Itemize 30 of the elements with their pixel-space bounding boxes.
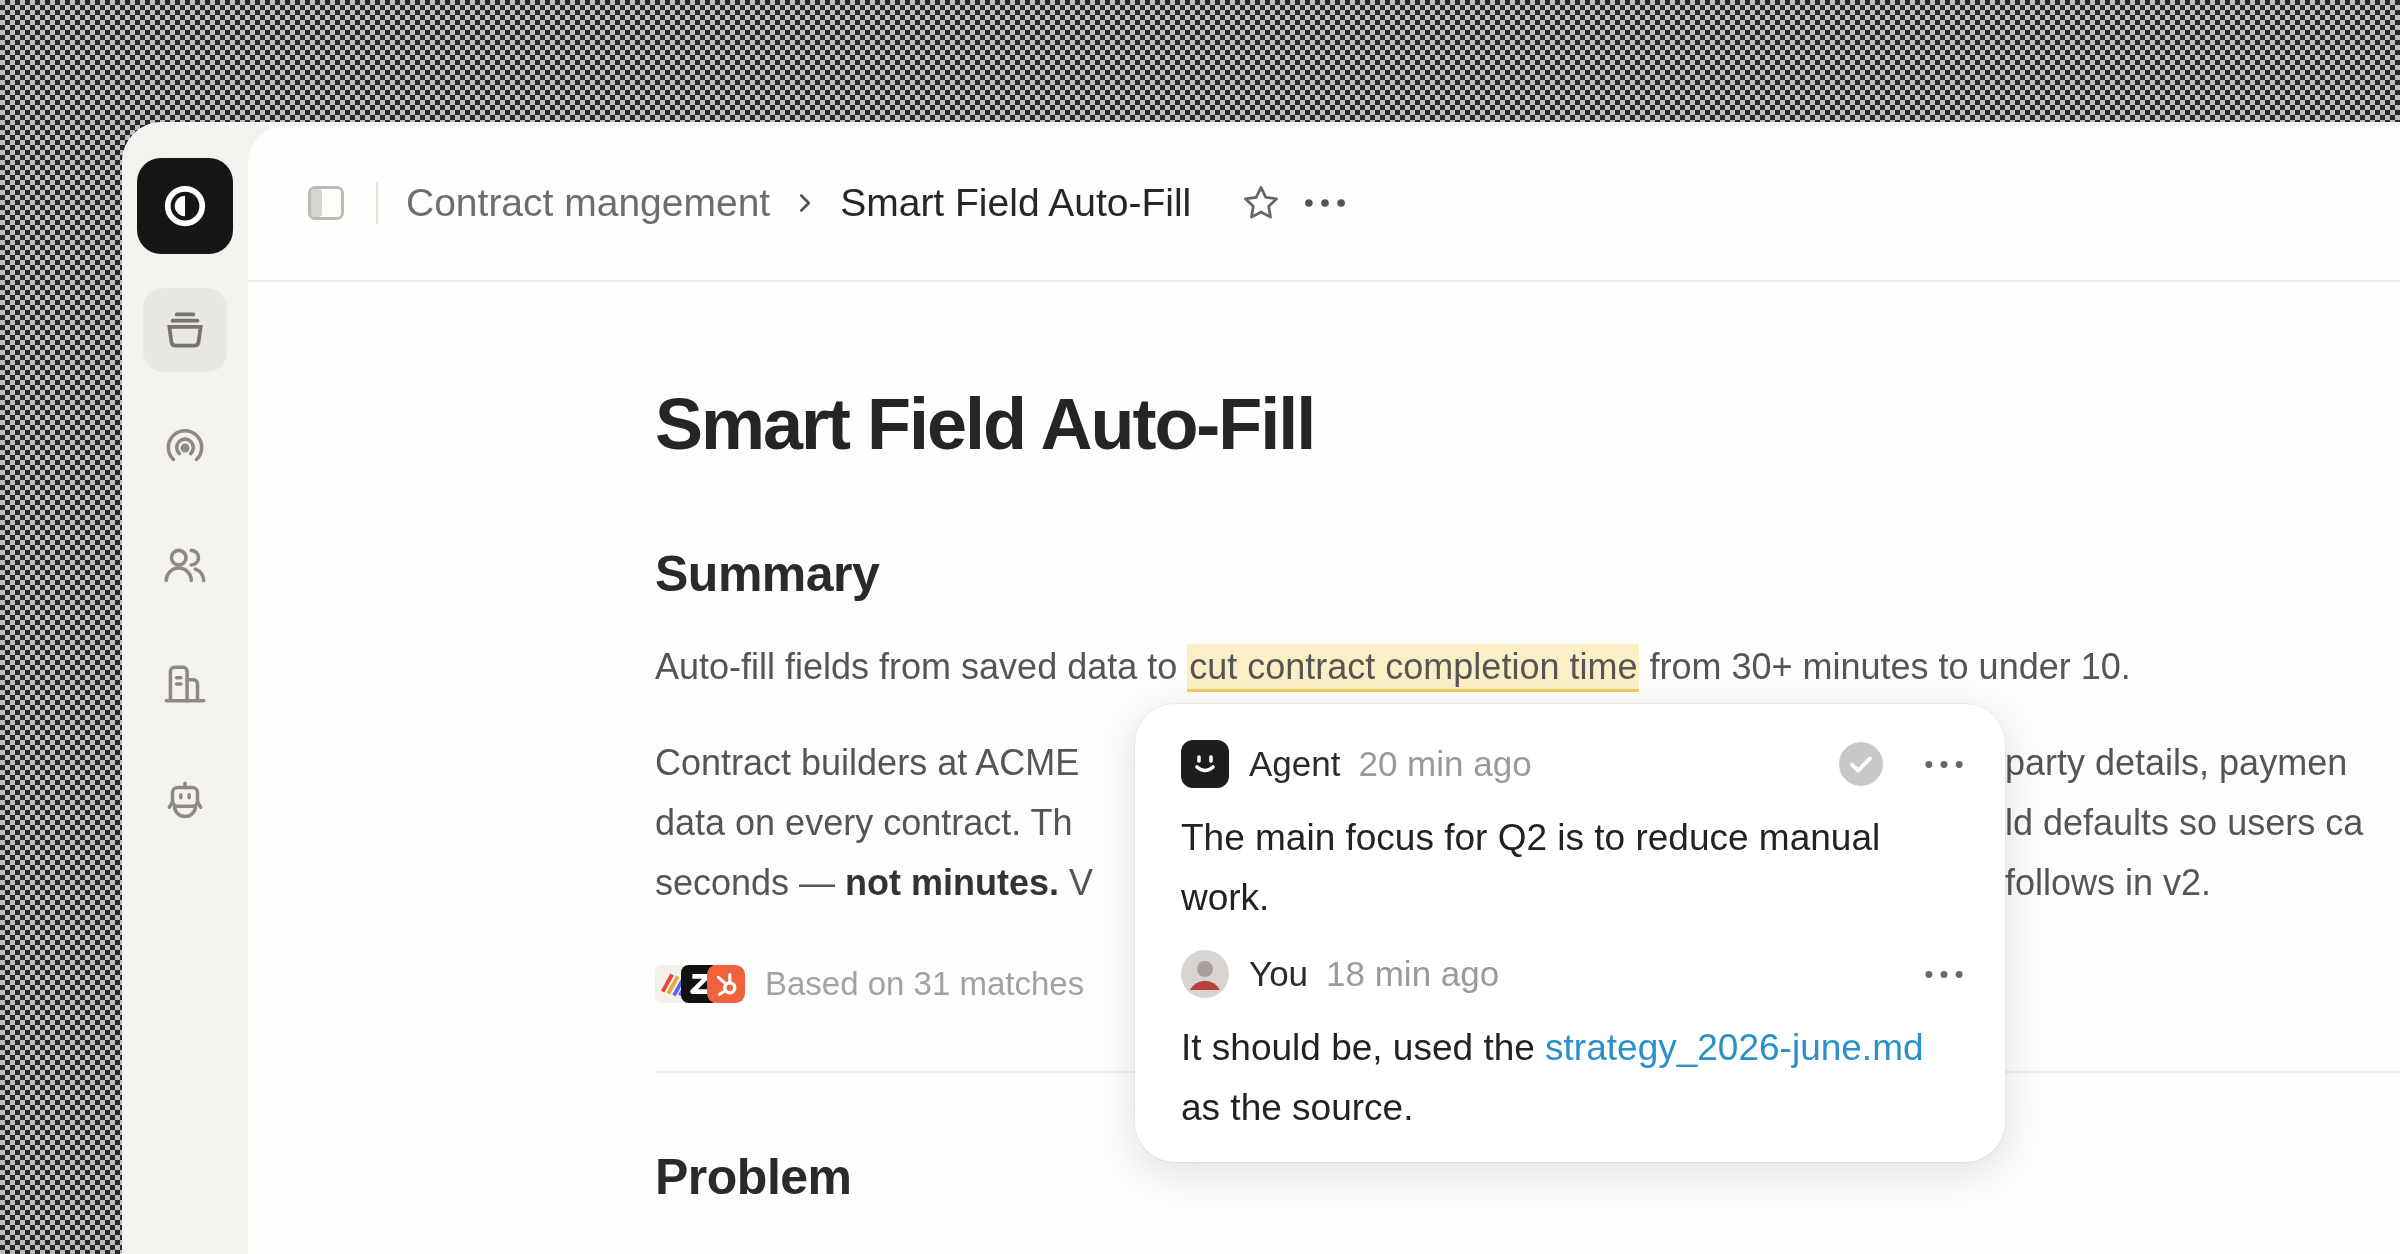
paragraph-text: ld defaults so users ca <box>2005 801 2365 845</box>
document-title: Smart Field Auto-Fill <box>655 383 1316 466</box>
app-logo-icon[interactable] <box>137 158 233 254</box>
comment-time: 20 min ago <box>1358 744 1532 784</box>
highlighted-text[interactable]: cut contract completion time <box>1187 644 1640 692</box>
agent-avatar-icon <box>1181 740 1229 788</box>
section-heading: Summary <box>655 545 881 604</box>
breadcrumb-link[interactable]: Contract mangement <box>406 181 771 225</box>
more-options-icon[interactable] <box>1303 197 1348 209</box>
sources-caption: Based on 31 matches <box>765 965 1085 1003</box>
comment-author: You <box>1249 954 1309 994</box>
comment-author: Agent <box>1249 744 1341 784</box>
paragraph-text: seconds — not minutes. V <box>655 861 1095 905</box>
paragraph-text: party details, paymen <box>2005 741 2349 785</box>
section-heading: Problem <box>655 1148 853 1207</box>
comment-time: 18 min ago <box>1326 954 1500 994</box>
summary-paragraph: Auto-fill fields from saved data to cut contract completion time from 30+ minutes to under 10. <box>655 637 2400 697</box>
paragraph-text: follows in v2. <box>2005 861 2213 905</box>
resolve-check-icon[interactable] <box>1837 740 1885 788</box>
more-options-icon[interactable] <box>1923 968 1965 980</box>
paragraph-text: data on every contract. Th <box>655 801 1074 845</box>
comment-text: The main focus for Q2 is to reduce manual work. <box>1181 816 1882 920</box>
user-avatar <box>1181 950 1229 998</box>
paragraph-text: Contract builders at ACME <box>655 741 1081 785</box>
sidebar-item[interactable] <box>143 288 227 372</box>
comment-text: It should be, used the strategy_2026-june.md as the source. <box>1181 1026 1925 1130</box>
more-options-icon[interactable] <box>1923 758 1965 770</box>
file-link[interactable]: strategy_2026-june.md <box>1545 1027 1924 1068</box>
sprocket-logo-icon <box>707 965 745 1003</box>
breadcrumb-link[interactable]: Smart Field Auto-Fill <box>840 181 1192 225</box>
